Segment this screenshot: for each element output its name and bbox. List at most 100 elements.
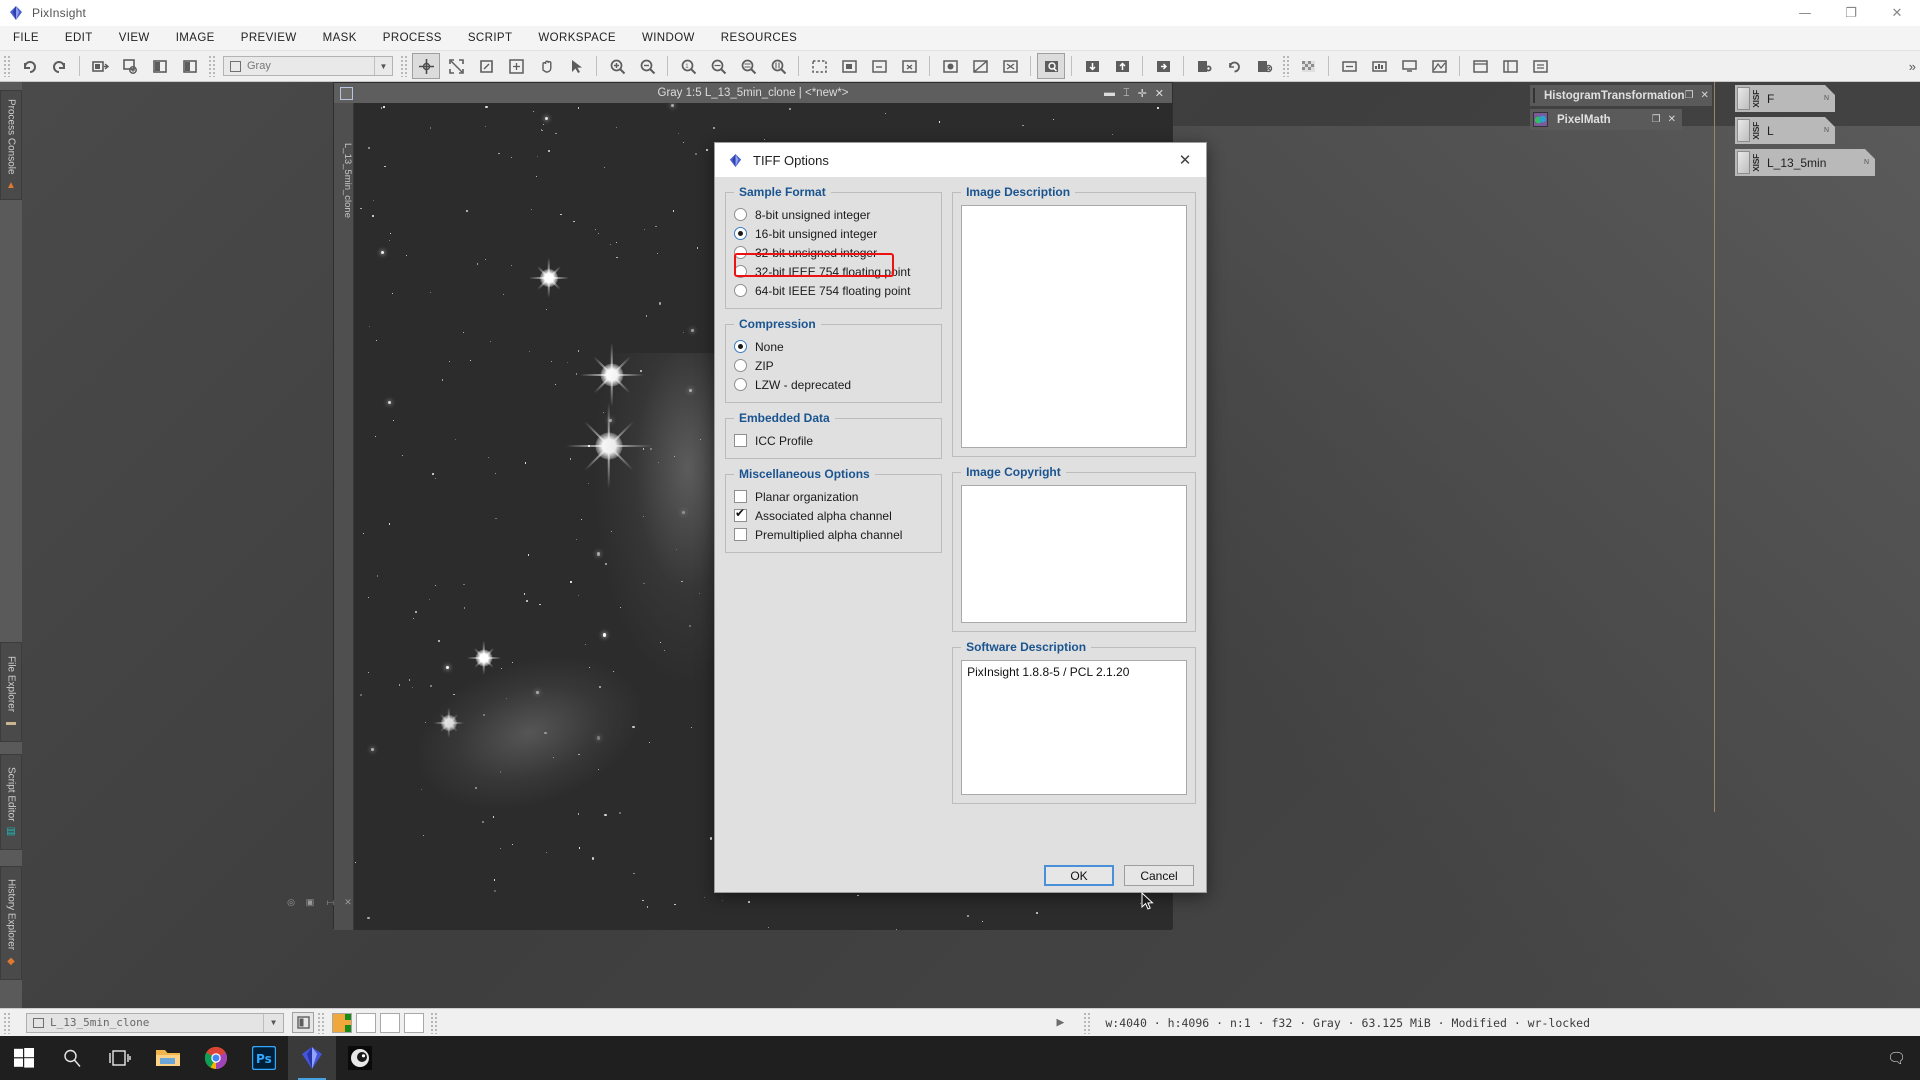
radio-option-64-bit-ieee-754-floating-point[interactable]: 64-bit IEEE 754 floating point (734, 281, 933, 300)
zoom-width-icon[interactable] (734, 53, 762, 79)
export-icon[interactable] (1108, 53, 1136, 79)
process-restore-icon[interactable]: ❐ (1685, 90, 1694, 101)
view-selector-combo[interactable]: L_13_5min_clone ▼ (26, 1012, 284, 1033)
radio-option-8-bit-unsigned-integer[interactable]: 8-bit unsigned integer (734, 205, 933, 224)
radio-icon[interactable] (734, 378, 747, 391)
duplicate-image-icon[interactable] (146, 53, 174, 79)
zoom-out-icon[interactable] (633, 53, 661, 79)
menu-item-resources[interactable]: RESOURCES (708, 28, 810, 48)
mask-show-icon[interactable] (936, 53, 964, 79)
process-apply-icon[interactable] (1149, 53, 1177, 79)
process-close-icon[interactable]: ✕ (1701, 90, 1709, 101)
tiff-options-dialog[interactable]: TIFF Options ✕ Sample Format 8-bit unsig… (714, 142, 1207, 893)
color-swatch-1[interactable] (332, 1012, 352, 1033)
play-icon[interactable]: ▶ (1057, 1015, 1065, 1030)
statistics-icon[interactable] (1365, 53, 1393, 79)
zoom-height-icon[interactable] (764, 53, 792, 79)
process-settings-icon[interactable] (1190, 53, 1218, 79)
color-swatch-3[interactable] (380, 1012, 400, 1033)
image-minimize-button[interactable]: ▬ (1104, 87, 1115, 100)
checkbox-option-planar-organization[interactable]: Planar organization (734, 487, 933, 506)
checkbox-option-icc-profile[interactable]: ICC Profile (734, 431, 933, 450)
checkbox-option-associated-alpha-channel[interactable]: Associated alpha channel (734, 506, 933, 525)
mask-remove-icon[interactable] (996, 53, 1024, 79)
undo-preview-icon[interactable] (865, 53, 893, 79)
toolbar-grip-2[interactable] (208, 55, 216, 77)
radio-option-32-bit-unsigned-integer[interactable]: 32-bit unsigned integer (734, 243, 933, 262)
radio-option-lzw-deprecated[interactable]: LZW - deprecated (734, 375, 933, 394)
pointer-move-icon[interactable] (412, 53, 440, 79)
grid-icon[interactable]: ▣ (306, 898, 316, 908)
monitor-icon[interactable] (1395, 53, 1423, 79)
undo-icon[interactable] (15, 53, 43, 79)
menu-item-image[interactable]: IMAGE (163, 28, 228, 48)
dock-tab-process-console[interactable]: Process Console ▲ (0, 90, 22, 200)
dock-tab-script-editor[interactable]: Script Editor ▤ (0, 754, 22, 850)
radio-icon[interactable] (734, 284, 747, 297)
menu-item-workspace[interactable]: WORKSPACE (525, 28, 629, 48)
task-view-button[interactable] (96, 1036, 144, 1080)
close-button[interactable]: ✕ (1874, 0, 1920, 26)
radio-icon[interactable] (734, 340, 747, 353)
image-close-button[interactable]: ✕ (1155, 87, 1164, 100)
open-image-icon[interactable] (116, 53, 144, 79)
file-icon-l[interactable]: XISF L N (1735, 117, 1910, 145)
photoshop-button[interactable]: Ps (240, 1036, 288, 1080)
zoom-in-icon[interactable] (603, 53, 631, 79)
media-player-button[interactable] (336, 1036, 384, 1080)
search-button[interactable] (48, 1036, 96, 1080)
new-preview-icon[interactable] (805, 53, 833, 79)
readout-icon[interactable] (1335, 53, 1363, 79)
arrow-select-icon[interactable] (562, 53, 590, 79)
menu-item-preview[interactable]: PREVIEW (228, 28, 310, 48)
image-window-titlebar[interactable]: Gray 1:5 L_13_5min_clone | <*new*> ▬ ⌶ ✛… (334, 83, 1172, 103)
checkbox-icon[interactable] (734, 506, 747, 522)
notification-tray-icon[interactable]: 🗨 (1887, 1049, 1906, 1067)
zoom-fit-view-icon[interactable] (704, 53, 732, 79)
redo-icon[interactable] (45, 53, 73, 79)
checkbox-icon[interactable] (734, 490, 747, 503)
radio-option-16-bit-unsigned-integer[interactable]: 16-bit unsigned integer (734, 224, 933, 243)
toolbar-grip[interactable] (3, 55, 11, 77)
target-icon[interactable]: ◎ (287, 898, 297, 908)
menu-item-file[interactable]: FILE (0, 28, 52, 48)
process-cancel-icon[interactable] (1250, 53, 1278, 79)
radio-icon[interactable] (734, 246, 747, 259)
mask-toggle-icon[interactable]: ✕ (344, 898, 354, 908)
zoom-fit-icon[interactable] (442, 53, 470, 79)
file-icon-f[interactable]: XISF F N (1735, 85, 1910, 113)
color-swatch-2[interactable] (356, 1012, 376, 1033)
color-swatch-4[interactable] (404, 1012, 424, 1033)
toolbar-grip-3[interactable] (400, 55, 408, 77)
dock-tab-file-explorer[interactable]: File Explorer ▬ (0, 642, 22, 742)
color-space-combo[interactable]: Gray ▼ (223, 56, 393, 76)
import-icon[interactable] (1078, 53, 1106, 79)
zoom-1-1-icon[interactable]: 1 (674, 53, 702, 79)
statusbar-grip-4[interactable] (1083, 1011, 1092, 1034)
checkbox-icon[interactable] (734, 528, 747, 541)
radio-icon[interactable] (734, 227, 747, 240)
radio-option-32-bit-ieee-754-floating-point[interactable]: 32-bit IEEE 754 floating point (734, 262, 933, 281)
mask-invert-icon[interactable] (966, 53, 994, 79)
image-copyright-input[interactable] (961, 485, 1187, 623)
maximize-button[interactable]: ❐ (1828, 0, 1874, 26)
cancel-button[interactable]: Cancel (1124, 865, 1194, 886)
process-explorer-icon[interactable] (1496, 53, 1524, 79)
minimize-button[interactable]: — (1782, 0, 1828, 26)
radio-option-zip[interactable]: ZIP (734, 356, 933, 375)
software-description-input[interactable]: PixInsight 1.8.8-5 / PCL 2.1.20 (961, 660, 1187, 795)
view-explorer-icon[interactable] (1466, 53, 1494, 79)
image-maximize-button[interactable]: ✛ (1138, 87, 1147, 100)
menu-item-edit[interactable]: EDIT (52, 28, 106, 48)
view-tab-strip[interactable]: L_13_5min_clone ✕ ⌶ ▣ ◎ (287, 103, 354, 930)
image-identifier-icon[interactable] (176, 53, 204, 79)
file-explorer-button[interactable] (144, 1036, 192, 1080)
reset-preview-icon[interactable] (895, 53, 923, 79)
align-icon[interactable]: ⌶ (325, 900, 335, 905)
radio-icon[interactable] (734, 208, 747, 221)
search-image-icon[interactable] (1037, 53, 1065, 79)
radio-icon[interactable] (734, 359, 747, 372)
toolbar-overflow-button[interactable]: » (1909, 59, 1916, 74)
checker-pattern-icon[interactable] (1294, 53, 1322, 79)
start-button[interactable] (0, 1036, 48, 1080)
